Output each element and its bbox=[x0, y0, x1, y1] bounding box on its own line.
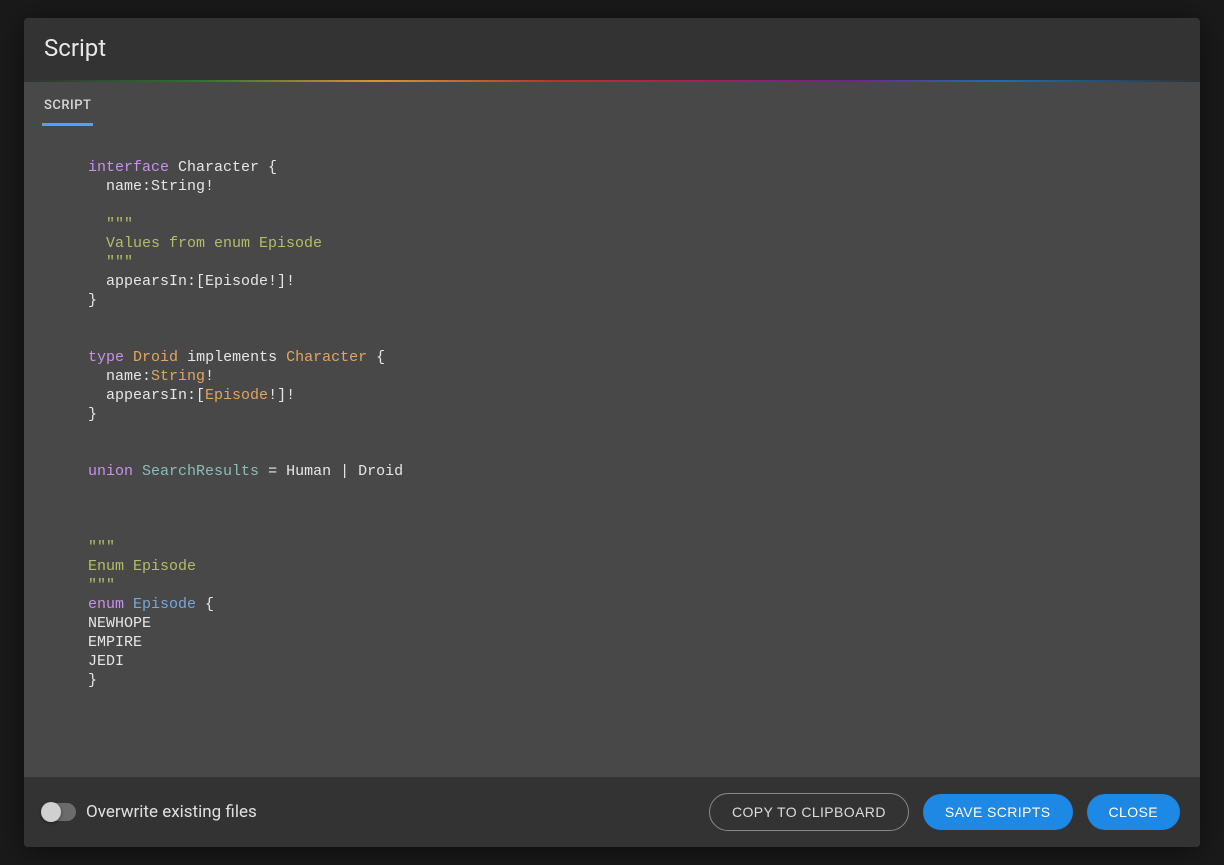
modal-footer: Overwrite existing files COPY TO CLIPBOA… bbox=[24, 777, 1200, 847]
modal-title: Script bbox=[44, 34, 1180, 62]
code-scroll[interactable]: interface Character { name:String! """ V… bbox=[42, 134, 1182, 777]
rainbow-divider bbox=[24, 80, 1200, 82]
save-scripts-button[interactable]: SAVE SCRIPTS bbox=[923, 794, 1073, 830]
content-area: SCRIPT interface Character { name:String… bbox=[24, 82, 1200, 777]
overwrite-toggle-group: Overwrite existing files bbox=[42, 802, 695, 822]
overwrite-toggle[interactable] bbox=[42, 803, 76, 821]
modal-header: Script bbox=[24, 18, 1200, 80]
script-modal: Script SCRIPT interface Character { name… bbox=[24, 18, 1200, 847]
copy-to-clipboard-button[interactable]: COPY TO CLIPBOARD bbox=[709, 793, 909, 831]
tab-script[interactable]: SCRIPT bbox=[42, 92, 93, 126]
tab-row: SCRIPT bbox=[42, 82, 1182, 126]
close-button[interactable]: CLOSE bbox=[1087, 794, 1180, 830]
toggle-knob bbox=[41, 802, 61, 822]
code-block[interactable]: interface Character { name:String! """ V… bbox=[42, 134, 1182, 714]
overwrite-toggle-label: Overwrite existing files bbox=[86, 802, 257, 822]
